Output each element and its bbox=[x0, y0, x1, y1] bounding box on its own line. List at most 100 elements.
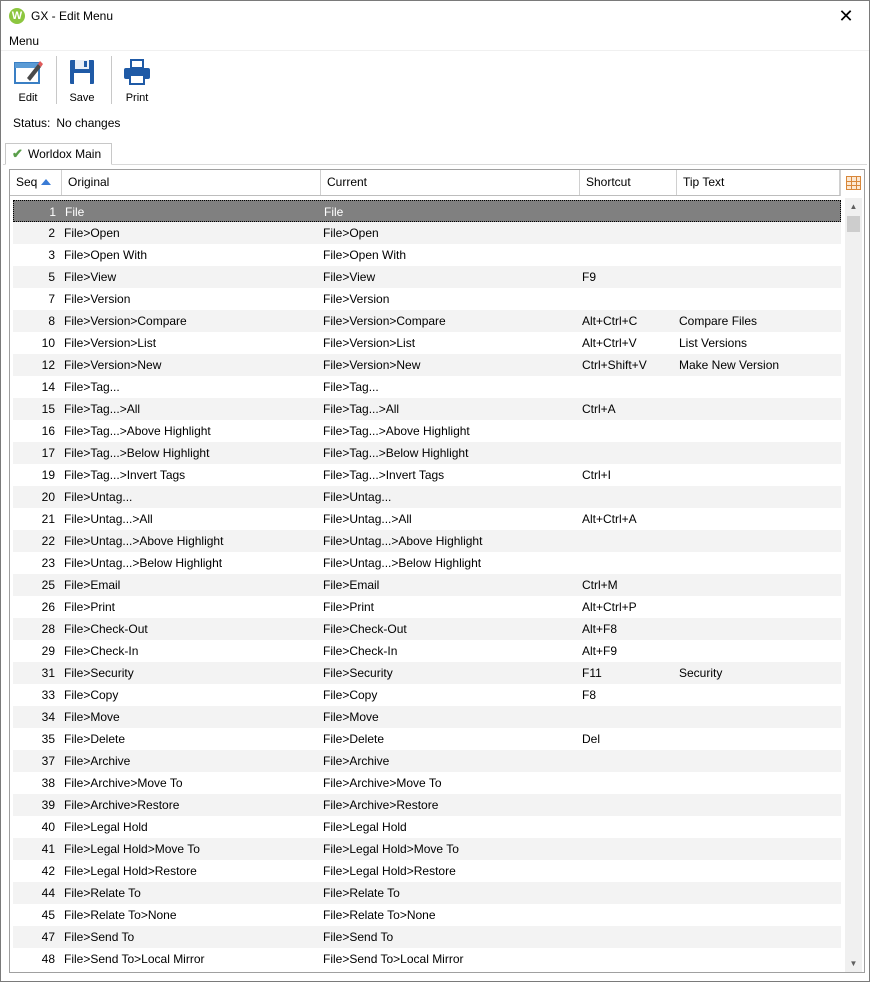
table-row[interactable]: 12 File>Version>New File>Version>New Ctrl+S… bbox=[13, 354, 841, 376]
tip-text-cell bbox=[679, 442, 839, 464]
scrollbar-thumb[interactable] bbox=[847, 216, 860, 232]
column-header-tip-text[interactable]: Tip Text bbox=[677, 170, 840, 195]
current-cell: File>Tag...>All bbox=[323, 402, 400, 416]
table-row[interactable]: 15 File>Tag...>All File>Tag...>All Ctrl+A bbox=[13, 398, 841, 420]
original-cell: File>Move bbox=[64, 710, 120, 724]
current-cell: File>Send To bbox=[323, 930, 394, 944]
current-cell: File>Archive>Move To bbox=[323, 776, 442, 790]
column-header-shortcut[interactable]: Shortcut bbox=[580, 170, 677, 195]
seq-cell: 44 bbox=[41, 886, 55, 900]
original-cell: File>Relate To>None bbox=[64, 908, 177, 922]
current-cell: File>Legal Hold>Restore bbox=[323, 864, 456, 878]
save-button[interactable]: Save bbox=[59, 56, 105, 106]
tip-text-cell bbox=[679, 926, 839, 948]
table-row[interactable]: 42 File>Legal Hold>Restore File>Legal Hold… bbox=[13, 860, 841, 882]
edit-button-label: Edit bbox=[18, 92, 38, 104]
original-cell: File>Legal Hold>Move To bbox=[64, 842, 200, 856]
shortcut-cell bbox=[582, 288, 674, 310]
table-row[interactable]: 3 File>Open With File>Open With bbox=[13, 244, 841, 266]
original-cell: File>Relate To bbox=[64, 886, 141, 900]
menu-bar: Menu bbox=[1, 31, 869, 51]
tip-text-cell bbox=[679, 266, 839, 288]
seq-cell: 2 bbox=[48, 226, 55, 240]
original-cell: File>Check-Out bbox=[64, 622, 148, 636]
original-cell: File>Send To bbox=[64, 930, 135, 944]
current-cell: File>Move bbox=[323, 710, 379, 724]
print-button[interactable]: Print bbox=[114, 56, 160, 106]
scroll-up-icon[interactable]: ▲ bbox=[845, 198, 862, 215]
menu-items-grid[interactable]: Seq Original Current Shortcut Tip Text 1… bbox=[9, 169, 865, 973]
tip-text-cell: Make New Version bbox=[679, 358, 780, 372]
table-row[interactable]: 16 File>Tag...>Above Highlight File>Tag...… bbox=[13, 420, 841, 442]
table-row[interactable]: 1 File File bbox=[13, 200, 841, 222]
table-row[interactable]: 40 File>Legal Hold File>Legal Hold bbox=[13, 816, 841, 838]
table-row[interactable]: 28 File>Check-Out File>Check-Out Alt+F8 bbox=[13, 618, 841, 640]
tip-text-cell bbox=[679, 838, 839, 860]
table-row[interactable]: 41 File>Legal Hold>Move To File>Legal Hold… bbox=[13, 838, 841, 860]
close-button[interactable]: ✕ bbox=[823, 1, 869, 31]
table-row[interactable]: 2 File>Open File>Open bbox=[13, 222, 841, 244]
table-row[interactable]: 17 File>Tag...>Below Highlight File>Tag...… bbox=[13, 442, 841, 464]
current-cell: File>Relate To bbox=[323, 886, 400, 900]
grid-body: 1 File File 2 File>Open File>Open 3 File>Open W… bbox=[13, 200, 841, 972]
original-cell: File>Legal Hold>Restore bbox=[64, 864, 197, 878]
table-row[interactable]: 14 File>Tag... File>Tag... bbox=[13, 376, 841, 398]
table-row[interactable]: 37 File>Archive File>Archive bbox=[13, 750, 841, 772]
table-row[interactable]: 21 File>Untag...>All File>Untag...>All Alt+… bbox=[13, 508, 841, 530]
tip-text-cell bbox=[679, 904, 839, 926]
table-row[interactable]: 8 File>Version>Compare File>Version>Compar… bbox=[13, 310, 841, 332]
column-header-seq[interactable]: Seq bbox=[10, 170, 62, 195]
vertical-scrollbar[interactable]: ▲ ▼ bbox=[845, 198, 862, 972]
current-cell: File>Open bbox=[323, 226, 379, 240]
table-row[interactable]: 20 File>Untag... File>Untag... bbox=[13, 486, 841, 508]
original-cell: File bbox=[65, 205, 85, 219]
table-row[interactable]: 26 File>Print File>Print Alt+Ctrl+P bbox=[13, 596, 841, 618]
tip-text-cell bbox=[679, 574, 839, 596]
table-row[interactable]: 29 File>Check-In File>Check-In Alt+F9 bbox=[13, 640, 841, 662]
table-row[interactable]: 44 File>Relate To File>Relate To bbox=[13, 882, 841, 904]
table-row[interactable]: 45 File>Relate To>None File>Relate To>None bbox=[13, 904, 841, 926]
current-cell: File>Untag...>Above Highlight bbox=[323, 534, 483, 548]
column-header-current[interactable]: Current bbox=[321, 170, 580, 195]
tab-worldox-main[interactable]: ✔ Worldox Main bbox=[5, 143, 113, 165]
table-row[interactable]: 19 File>Tag...>Invert Tags File>Tag...>Inv… bbox=[13, 464, 841, 486]
seq-cell: 8 bbox=[48, 314, 55, 328]
table-row[interactable]: 34 File>Move File>Move bbox=[13, 706, 841, 728]
current-cell: File>Print bbox=[323, 600, 375, 614]
original-cell: File>Archive>Restore bbox=[64, 798, 180, 812]
table-row[interactable]: 7 File>Version File>Version bbox=[13, 288, 841, 310]
table-row[interactable]: 33 File>Copy File>Copy F8 bbox=[13, 684, 841, 706]
seq-cell: 39 bbox=[41, 798, 55, 812]
tip-text-cell bbox=[679, 398, 839, 420]
shortcut-cell bbox=[582, 926, 674, 948]
shortcut-cell: Alt+Ctrl+C bbox=[582, 314, 638, 328]
table-row[interactable]: 25 File>Email File>Email Ctrl+M bbox=[13, 574, 841, 596]
tip-text-cell bbox=[679, 882, 839, 904]
edit-button[interactable]: Edit bbox=[5, 56, 51, 106]
table-row[interactable]: 48 File>Send To>Local Mirror File>Send To>… bbox=[13, 948, 841, 970]
table-row[interactable]: 31 File>Security File>Security F11 Security bbox=[13, 662, 841, 684]
title-bar[interactable]: W GX - Edit Menu ✕ bbox=[1, 1, 869, 31]
column-header-original[interactable]: Original bbox=[62, 170, 321, 195]
scroll-down-icon[interactable]: ▼ bbox=[845, 955, 862, 972]
original-cell: File>Send To>Local Mirror bbox=[64, 952, 205, 966]
column-header-label: Current bbox=[327, 175, 368, 189]
seq-cell: 5 bbox=[48, 270, 55, 284]
current-cell: File>Untag...>Below Highlight bbox=[323, 556, 482, 570]
tip-text-cell bbox=[679, 750, 839, 772]
current-cell: File>Copy bbox=[323, 688, 378, 702]
table-row[interactable]: 22 File>Untag...>Above Highlight File>Unta… bbox=[13, 530, 841, 552]
table-row[interactable]: 5 File>View File>View F9 bbox=[13, 266, 841, 288]
table-row[interactable]: 10 File>Version>List File>Version>List Alt+… bbox=[13, 332, 841, 354]
table-row[interactable]: 35 File>Delete File>Delete Del bbox=[13, 728, 841, 750]
seq-cell: 28 bbox=[41, 622, 55, 636]
current-cell: File>Archive bbox=[323, 754, 390, 768]
seq-cell: 29 bbox=[41, 644, 55, 658]
menu-menu[interactable]: Menu bbox=[9, 34, 39, 48]
table-row[interactable]: 38 File>Archive>Move To File>Archive>Move … bbox=[13, 772, 841, 794]
table-row[interactable]: 47 File>Send To File>Send To bbox=[13, 926, 841, 948]
original-cell: File>Version>Compare bbox=[64, 314, 187, 328]
column-chooser-button[interactable] bbox=[840, 170, 864, 196]
table-row[interactable]: 23 File>Untag...>Below Highlight File>Unta… bbox=[13, 552, 841, 574]
table-row[interactable]: 39 File>Archive>Restore File>Archive>Resto… bbox=[13, 794, 841, 816]
